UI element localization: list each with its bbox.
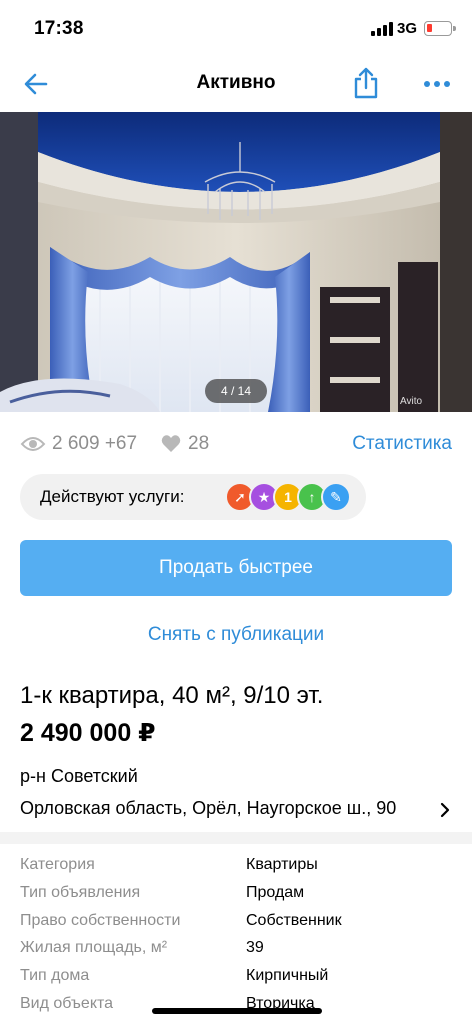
battery-icon bbox=[424, 21, 456, 36]
sell-faster-button[interactable]: Продать быстрее bbox=[20, 540, 452, 596]
status-bar: 17:38 3G bbox=[0, 0, 472, 56]
address-row[interactable]: Орловская область, Орёл, Наугорское ш., … bbox=[20, 796, 452, 822]
signal-icon bbox=[371, 22, 393, 36]
network-type: 3G bbox=[397, 20, 418, 37]
param-label: Вид объекта bbox=[20, 994, 114, 1012]
services-label: Действуют услуги: bbox=[40, 487, 185, 506]
param-value: Квартиры bbox=[246, 856, 318, 873]
page-title: Активно bbox=[196, 72, 276, 93]
param-row: Жилая площадь, м² 39 bbox=[20, 939, 452, 967]
stats-row: 2 609 +67 28 Статистика bbox=[20, 430, 452, 458]
district: р-н Советский bbox=[20, 766, 138, 786]
service-icons: ➚ ★ 1 ↑ ✎ bbox=[225, 482, 355, 512]
param-label: Жилая площадь, м² bbox=[20, 939, 168, 957]
views-count: 2 609 +67 bbox=[52, 433, 138, 454]
param-value: 39 bbox=[246, 939, 264, 957]
favorites-count: 28 bbox=[188, 433, 210, 454]
eye-icon bbox=[20, 434, 46, 454]
statistics-link[interactable]: Статистика bbox=[352, 433, 452, 455]
more-dots-icon[interactable] bbox=[420, 68, 454, 100]
photo-counter: 4 / 14 bbox=[205, 379, 267, 403]
tag-icon: ✎ bbox=[321, 482, 351, 512]
param-value: Кирпичный bbox=[246, 967, 329, 985]
param-value: Собственник bbox=[246, 911, 342, 929]
share-icon[interactable] bbox=[350, 66, 382, 100]
param-label: Тип объявления bbox=[20, 883, 141, 901]
param-label: Право собственности bbox=[20, 911, 181, 929]
param-value: Продам bbox=[246, 883, 305, 901]
listing-photo[interactable] bbox=[0, 112, 472, 412]
nav-bar: Активно bbox=[0, 56, 472, 112]
status-time: 17:38 bbox=[34, 18, 84, 39]
address: Орловская область, Орёл, Наугорское ш., … bbox=[20, 798, 397, 818]
param-row: Тип дома Кирпичный bbox=[20, 967, 452, 995]
param-row: Тип объявления Продам bbox=[20, 884, 452, 912]
chevron-right-icon bbox=[440, 802, 450, 818]
param-label: Тип дома bbox=[20, 967, 90, 985]
param-row: Категория Квартиры bbox=[20, 856, 452, 884]
params-list: Категория Квартиры Тип объявления Продам… bbox=[20, 856, 452, 1023]
photo-watermark: Avito bbox=[400, 396, 423, 407]
listing-title: 1-к квартира, 40 м², 9/10 эт. bbox=[20, 682, 324, 709]
param-row: Право собственности Собственник bbox=[20, 912, 452, 940]
listing-price: 2 490 000 ₽ bbox=[20, 719, 156, 747]
active-services[interactable]: Действуют услуги: ➚ ★ 1 ↑ ✎ bbox=[20, 474, 366, 520]
unpublish-link[interactable]: Снять с публикации bbox=[0, 624, 472, 646]
section-divider bbox=[0, 832, 472, 844]
param-label: Категория bbox=[20, 856, 95, 873]
home-indicator[interactable] bbox=[152, 1008, 322, 1014]
heart-icon bbox=[161, 434, 181, 453]
